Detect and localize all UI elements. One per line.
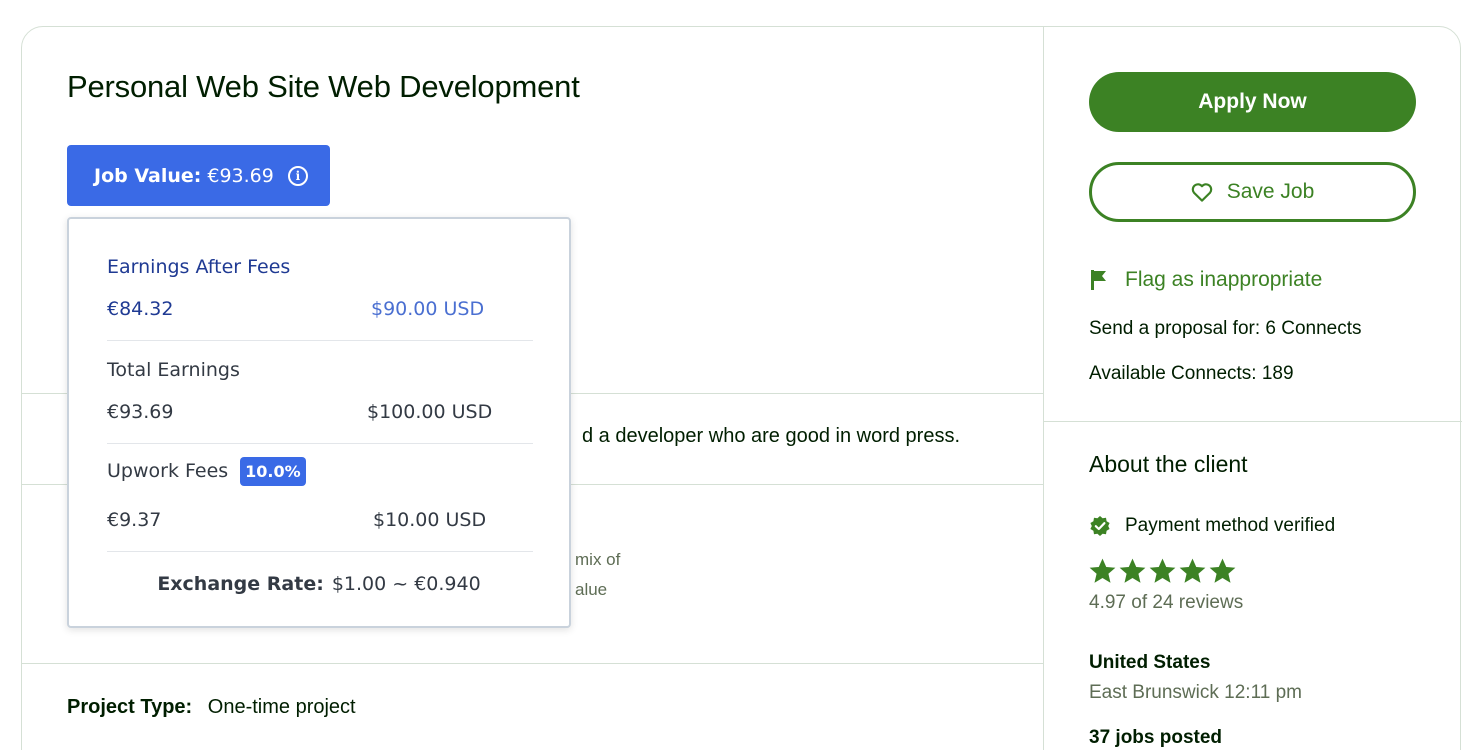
reviews-count: 4.97 of 24 reviews	[1089, 592, 1244, 613]
star-icon	[1209, 558, 1236, 583]
project-type: Project Type: One-time project	[67, 696, 356, 719]
earnings-after-fees-usd: $90.00 USD	[371, 298, 485, 320]
faded-text-line: alue	[575, 580, 608, 599]
payment-verified: Payment method verified	[1089, 515, 1335, 537]
upwork-fees-label: Upwork Fees	[107, 460, 229, 482]
upwork-fees-usd: $10.00 USD	[373, 509, 487, 531]
save-job-label: Save Job	[1226, 180, 1315, 203]
upwork-fees-row: Upwork Fees 10.0%	[107, 457, 306, 486]
heart-icon	[1191, 183, 1212, 202]
exchange-rate: Exchange Rate: $1.00 ~ €0.940	[69, 573, 569, 595]
jobs-posted: 37 jobs posted	[1089, 727, 1223, 748]
popover-divider	[107, 340, 533, 341]
earnings-after-fees-eur: €84.32	[107, 298, 174, 320]
exchange-rate-value: $1.00 ~ €0.940	[331, 573, 481, 595]
fee-percent-badge: 10.0%	[240, 457, 306, 486]
star-icon	[1119, 558, 1146, 583]
job-description: d a developer who are good in word press…	[582, 425, 961, 447]
save-job-button[interactable]: Save Job	[1089, 162, 1416, 222]
upwork-fees-eur: €9.37	[107, 509, 162, 531]
popover-divider	[107, 443, 533, 444]
project-type-label: Project Type:	[67, 696, 193, 718]
proposal-cost: Send a proposal for: 6 Connects	[1089, 318, 1362, 339]
info-icon[interactable]: i	[287, 165, 308, 186]
popover-divider	[107, 551, 533, 552]
job-value-amount: €93.69	[207, 164, 274, 187]
job-title: Personal Web Site Web Development	[67, 69, 580, 104]
job-value-label: Job Value:	[94, 164, 202, 187]
star-icon	[1149, 558, 1176, 583]
sidebar-divider	[1044, 421, 1462, 422]
section-divider	[22, 663, 1043, 664]
client-country: United States	[1089, 652, 1211, 673]
about-client-title: About the client	[1089, 451, 1248, 477]
total-earnings-usd: $100.00 USD	[367, 401, 493, 423]
total-earnings-eur: €93.69	[107, 401, 174, 423]
faded-text-line: mix of	[575, 550, 621, 569]
flag-inappropriate-link[interactable]: Flag as inappropriate	[1089, 268, 1322, 292]
job-value-popover: Earnings After Fees €84.32 $90.00 USD To…	[67, 217, 571, 628]
flag-label: Flag as inappropriate	[1125, 268, 1323, 291]
earnings-after-fees-label: Earnings After Fees	[107, 256, 291, 278]
apply-now-button[interactable]: Apply Now	[1089, 72, 1416, 132]
flag-icon	[1091, 270, 1106, 290]
available-connects: Available Connects: 189	[1089, 363, 1294, 384]
exchange-rate-label: Exchange Rate:	[157, 573, 324, 595]
rating-stars	[1088, 557, 1238, 585]
verified-badge-icon	[1090, 516, 1110, 536]
star-icon	[1089, 558, 1116, 583]
job-sidebar: Apply Now Save Job Flag as inappropriate…	[1043, 27, 1462, 750]
client-city-time: East Brunswick 12:11 pm	[1089, 682, 1302, 703]
star-icon	[1179, 558, 1206, 583]
project-type-value: One-time project	[207, 696, 356, 718]
payment-status: Payment method verified	[1125, 515, 1336, 536]
total-earnings-label: Total Earnings	[107, 359, 240, 381]
job-value-button[interactable]: Job Value: €93.69 i	[67, 145, 330, 206]
